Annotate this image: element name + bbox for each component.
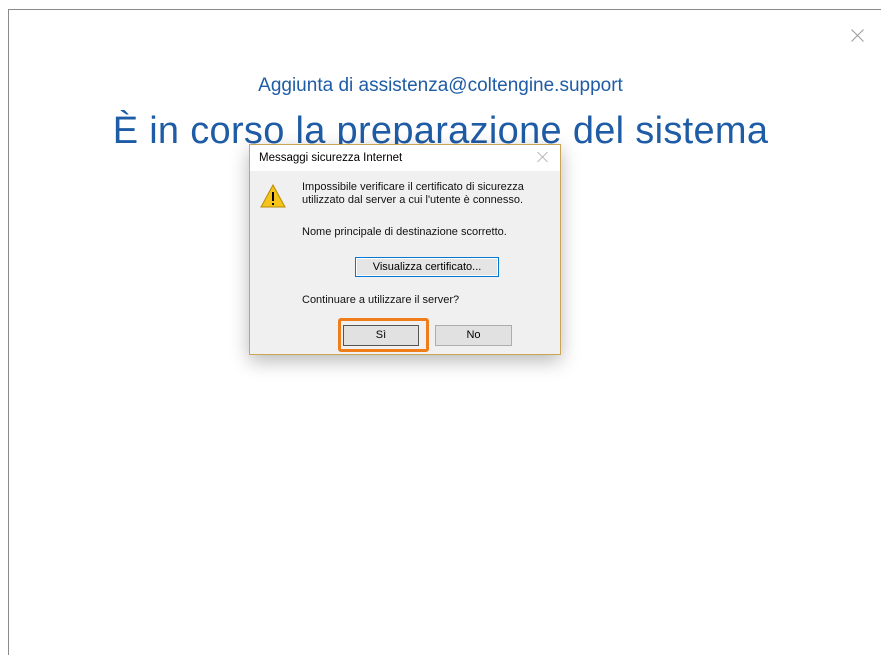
- dialog-titlebar: Messaggi sicurezza Internet: [250, 145, 560, 171]
- yes-button[interactable]: Sì: [343, 325, 419, 346]
- dialog-title: Messaggi sicurezza Internet: [259, 152, 403, 164]
- dialog-reason: Nome principale di destinazione scorrett…: [302, 226, 507, 238]
- warning-icon: [260, 184, 286, 208]
- dialog-question: Continuare a utilizzare il server?: [302, 294, 460, 306]
- dialog-message: Impossibile verificare il certificato di…: [302, 181, 554, 207]
- view-certificate-button[interactable]: Visualizza certificato...: [355, 257, 499, 277]
- security-alert-dialog: Messaggi sicurezza Internet Impossibile …: [249, 144, 561, 355]
- dialog-close-icon[interactable]: [537, 151, 549, 163]
- message-line: Impossibile verificare il certificato di…: [302, 181, 524, 193]
- message-line: utilizzato dal server a cui l'utente è c…: [302, 194, 523, 206]
- account-subtitle: Aggiunta di assistenza@coltengine.suppor…: [258, 75, 623, 96]
- no-button[interactable]: No: [435, 325, 512, 346]
- close-icon[interactable]: [851, 28, 865, 42]
